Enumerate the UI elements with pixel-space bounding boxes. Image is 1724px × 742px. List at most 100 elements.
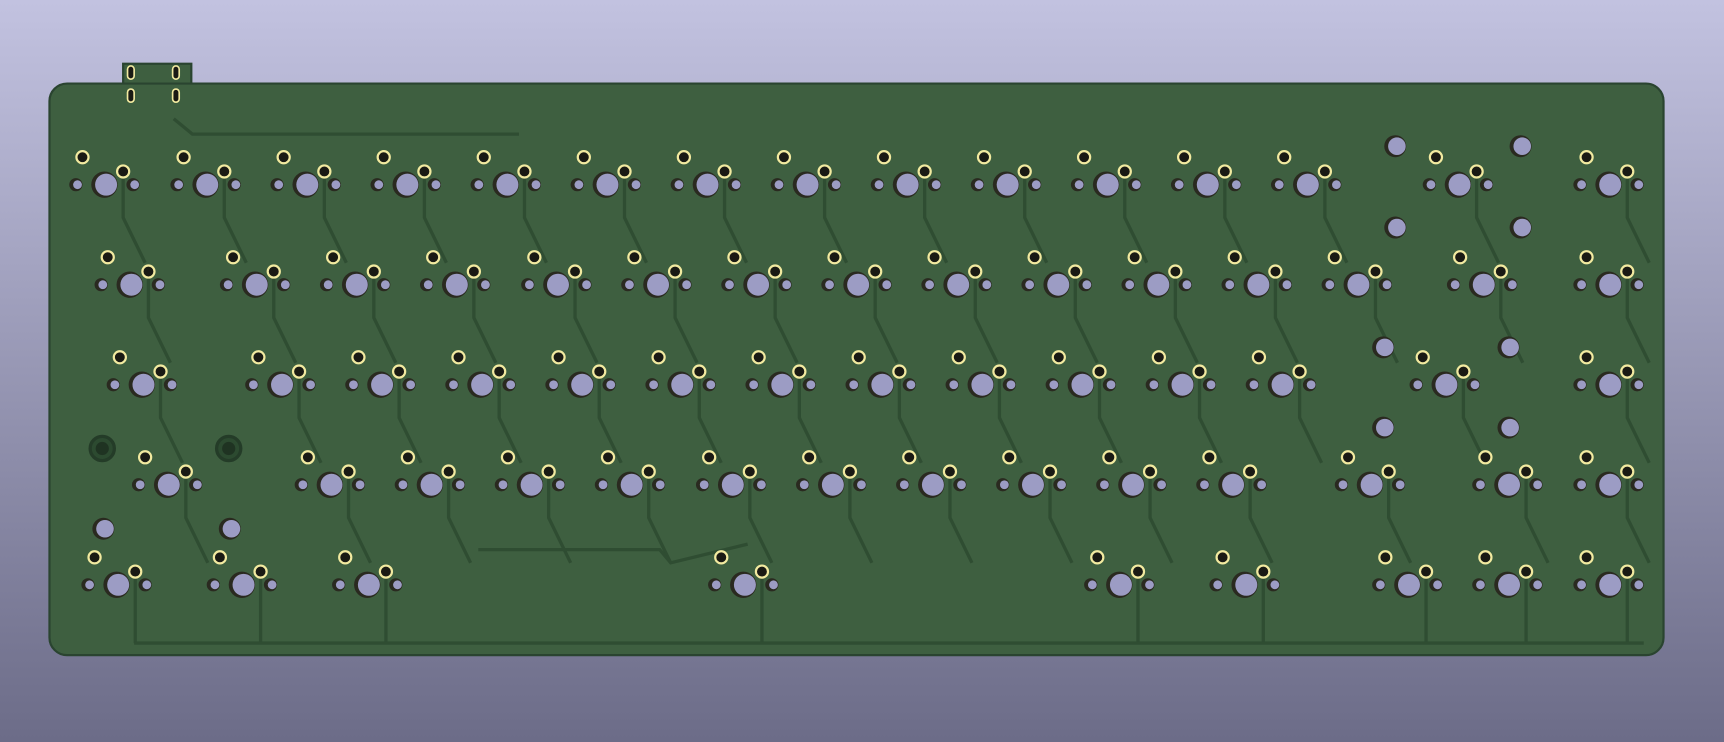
- pad: [1051, 350, 1066, 365]
- switch-peg-hole: [398, 480, 408, 490]
- switch-peg-hole: [1182, 280, 1192, 290]
- switch-peg-hole: [1413, 380, 1423, 390]
- pad: [676, 150, 692, 165]
- switch-center-hole: [396, 173, 419, 196]
- switch-peg-hole: [1025, 280, 1035, 290]
- pad: [1142, 464, 1158, 479]
- pad: [667, 264, 683, 279]
- pad: [1192, 364, 1207, 379]
- pad: [851, 350, 866, 365]
- switch-peg-hole: [1145, 580, 1154, 590]
- switch-peg-hole: [1057, 480, 1066, 490]
- pad: [1092, 364, 1107, 379]
- switch-peg-hole: [982, 280, 992, 290]
- pad: [1151, 350, 1167, 365]
- pad: [128, 564, 143, 579]
- switch-peg-hole: [774, 180, 784, 190]
- stabilizer-hole: [1513, 218, 1532, 237]
- pad: [1217, 164, 1232, 179]
- pad: [1620, 464, 1635, 479]
- pad: [1579, 350, 1594, 365]
- pad: [1017, 164, 1032, 179]
- pad: [1579, 250, 1594, 265]
- switch-center-hole: [1247, 273, 1270, 296]
- pad: [567, 264, 583, 279]
- switch-peg-hole: [1433, 580, 1442, 590]
- switch-center-hole: [1347, 273, 1370, 296]
- pad: [338, 550, 353, 565]
- pcb-3d-viewport[interactable]: [0, 0, 1724, 742]
- usb-pad: [126, 65, 135, 80]
- switch-peg-hole: [899, 480, 909, 490]
- pad: [942, 464, 958, 479]
- pad: [1620, 264, 1635, 279]
- usb-pad: [171, 88, 181, 104]
- pad: [153, 364, 168, 379]
- pad: [253, 564, 268, 579]
- stabilizer-hole: [1501, 418, 1519, 437]
- pad: [776, 150, 792, 165]
- switch-center-hole: [232, 573, 255, 596]
- switch-center-hole: [1296, 173, 1319, 196]
- switch-center-hole: [1498, 573, 1521, 596]
- switch-peg-hole: [1577, 280, 1587, 290]
- switch-peg-hole: [1470, 380, 1480, 390]
- switch-peg-hole: [1306, 380, 1316, 390]
- switch-peg-hole: [355, 480, 365, 490]
- pad: [1518, 464, 1534, 479]
- switch-center-hole: [95, 173, 118, 196]
- switch-center-hole: [971, 373, 994, 396]
- switch-peg-hole: [1533, 580, 1543, 590]
- pad: [87, 550, 102, 565]
- pad: [951, 350, 966, 365]
- pad: [1127, 250, 1142, 265]
- pad: [1368, 264, 1383, 279]
- switch-peg-hole: [1249, 380, 1259, 390]
- switch-center-hole: [747, 273, 770, 296]
- pad: [1251, 350, 1267, 365]
- pad: [1327, 250, 1342, 265]
- pad: [1428, 150, 1444, 165]
- switch-peg-hole: [1282, 280, 1292, 290]
- switch-peg-hole: [110, 380, 120, 390]
- switch-center-hole: [357, 573, 380, 596]
- pcb-board[interactable]: [48, 62, 1665, 657]
- switch-center-hole: [1122, 473, 1145, 496]
- switch-peg-hole: [280, 280, 290, 290]
- pad: [1042, 464, 1058, 479]
- switch-peg-hole: [931, 180, 941, 190]
- switch-peg-hole: [1577, 580, 1587, 590]
- pad: [1130, 564, 1146, 579]
- switch-peg-hole: [1426, 180, 1436, 190]
- pad: [325, 250, 341, 265]
- pad: [1277, 150, 1292, 165]
- switch-peg-hole: [1200, 480, 1209, 490]
- pad: [1002, 450, 1017, 465]
- pad: [902, 450, 917, 465]
- pad: [112, 350, 127, 365]
- pad: [1177, 150, 1192, 165]
- pad: [366, 264, 381, 279]
- usb-pad: [126, 88, 135, 104]
- pad: [651, 350, 666, 365]
- switch-peg-hole: [210, 580, 220, 590]
- switch-peg-hole: [957, 480, 966, 490]
- pad: [217, 164, 232, 179]
- pad: [727, 250, 742, 265]
- pad: [754, 564, 770, 579]
- switch-peg-hole: [1476, 580, 1485, 590]
- switch-peg-hole: [525, 280, 534, 290]
- pad: [1478, 550, 1493, 565]
- pad: [1202, 450, 1217, 465]
- switch-peg-hole: [1006, 380, 1016, 390]
- pad: [1452, 250, 1468, 265]
- switch-peg-hole: [649, 380, 659, 390]
- switch-peg-hole: [1106, 380, 1116, 390]
- switch-center-hole: [896, 173, 919, 196]
- switch-center-hole: [157, 473, 180, 496]
- switch-peg-hole: [498, 480, 508, 490]
- switch-peg-hole: [769, 580, 778, 590]
- switch-peg-hole: [874, 180, 884, 190]
- switch-peg-hole: [1332, 180, 1341, 190]
- switch-center-hole: [296, 173, 319, 196]
